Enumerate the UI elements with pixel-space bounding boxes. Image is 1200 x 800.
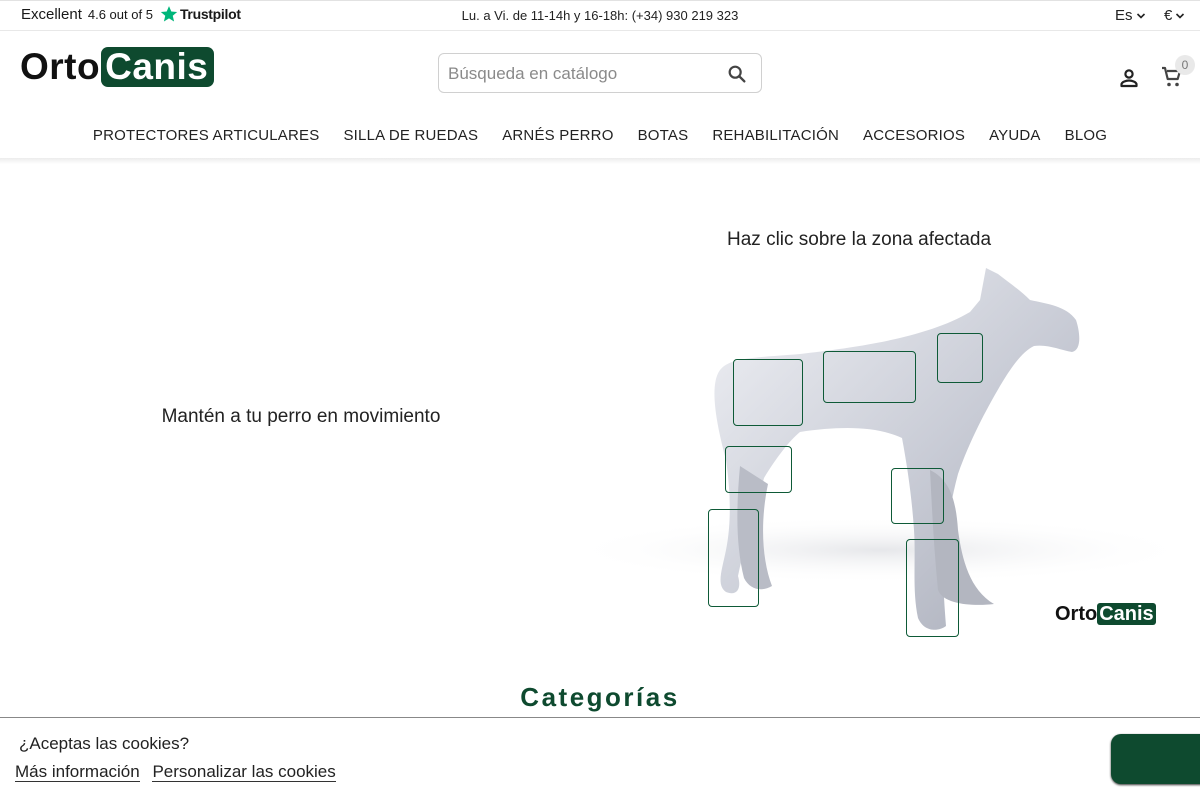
hotspot-rear-paw[interactable] [708, 509, 759, 607]
hotspot-back[interactable] [823, 351, 916, 403]
hero-logo: Orto Canis [1055, 603, 1156, 625]
chevron-down-icon [1136, 12, 1145, 19]
nav-item-ayuda[interactable]: AYUDA [977, 124, 1053, 158]
logo-text-orto: Orto [20, 46, 101, 87]
nav-divider [0, 158, 1200, 164]
cookie-more-info-link[interactable]: Más información [15, 762, 140, 782]
cookie-accept-button[interactable] [1111, 734, 1200, 784]
cookie-banner: ¿Aceptas las cookies? Más información Pe… [0, 717, 1200, 800]
cart-count-badge: 0 [1175, 55, 1195, 75]
cookie-customize-link[interactable]: Personalizar las cookies [152, 762, 336, 782]
currency-selector[interactable]: € [1164, 7, 1185, 24]
currency-label: € [1164, 7, 1173, 24]
opening-hours: Lu. a Vi. de 11-14h y 16-18h: (+34) 930 … [461, 8, 739, 23]
hero-logo-orto: Orto [1055, 603, 1098, 625]
cookie-question: ¿Aceptas las cookies? [19, 734, 190, 753]
dog-image [560, 268, 1200, 630]
main-nav: PROTECTORES ARTICULARES SILLA DE RUEDAS … [0, 124, 1200, 158]
language-selector[interactable]: Es [1115, 7, 1146, 24]
top-bar: Excellent 4.6 out of 5 Trustpilot Lu. a … [0, 0, 1200, 31]
nav-item-botas[interactable]: BOTAS [626, 124, 701, 158]
user-account-icon[interactable] [1117, 66, 1141, 90]
nav-item-blog[interactable]: BLOG [1053, 124, 1119, 158]
chevron-down-icon [1176, 12, 1185, 19]
hero-logo-canis: Canis [1097, 603, 1156, 625]
search-box [438, 53, 762, 93]
categories-heading: Categorías [520, 682, 680, 712]
site-logo[interactable]: Orto Canis [20, 46, 215, 87]
nav-item-protectores-articulares[interactable]: PROTECTORES ARTICULARES [81, 124, 332, 158]
nav-item-rehabilitacion[interactable]: REHABILITACIÓN [700, 124, 851, 158]
hotspot-neck[interactable] [937, 333, 983, 383]
search-icon[interactable] [726, 63, 748, 85]
hotspot-elbow[interactable] [891, 468, 944, 524]
cookie-links: Más información Personalizar las cookies [15, 762, 344, 782]
hotspot-rear-knee[interactable] [725, 446, 792, 493]
logo-text-canis: Canis [101, 47, 215, 87]
hotspot-front-paw[interactable] [906, 539, 959, 637]
search-input[interactable] [448, 62, 718, 86]
hotspot-hip[interactable] [733, 359, 803, 426]
language-label: Es [1115, 7, 1133, 24]
dog-illustration [500, 260, 1200, 650]
hero-hint: Haz clic sobre la zona afectada [727, 229, 992, 250]
nav-item-arnes-perro[interactable]: ARNÉS PERRO [490, 124, 625, 158]
nav-item-silla-de-ruedas[interactable]: SILLA DE RUEDAS [331, 124, 490, 158]
nav-item-accesorios[interactable]: ACCESORIOS [851, 124, 977, 158]
